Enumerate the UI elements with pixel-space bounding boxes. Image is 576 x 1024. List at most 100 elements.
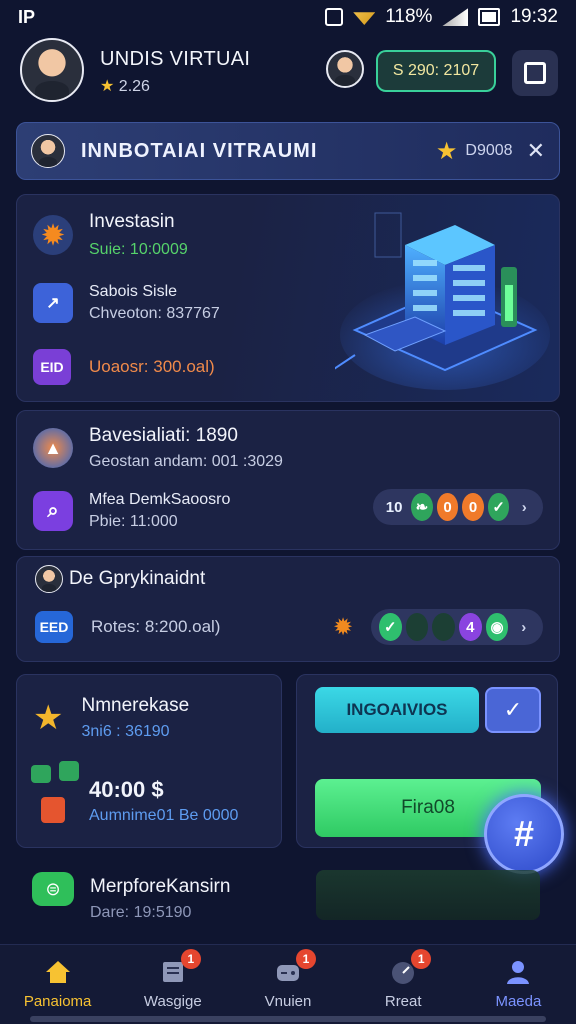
shield-icon: ✹	[333, 614, 354, 641]
search-row[interactable]: ⌕ Mfea DemkSaoosro Pbie: 11:000	[33, 491, 230, 531]
notification-icon	[325, 8, 344, 26]
nav-video[interactable]: 1 Vnuien	[230, 945, 345, 1024]
investment-title: Investasin	[89, 211, 175, 232]
wallet-caption: Aumnime01 Be 0000	[89, 807, 239, 824]
wallet-title: Nmnerekase	[81, 695, 190, 716]
chart-title: Sabois Sisle	[89, 283, 178, 300]
number-pill: 4	[459, 613, 482, 641]
payment-header: De Gprykinaidnt	[35, 565, 205, 593]
nav-reports[interactable]: 1 Rreat	[346, 945, 461, 1024]
balance-title: Bavesialiati: 1890	[89, 425, 238, 446]
debit-text: Uoaosr: 300.oal)	[89, 357, 215, 376]
flame-icon: ▲	[33, 428, 73, 468]
battery-icon	[478, 8, 501, 26]
wallet-card[interactable]: ★ Nmnerekase 3ni6 : 36190 40:00 $ Aumnim…	[16, 674, 282, 848]
card-icon: EED	[35, 611, 73, 643]
star-icon: ★	[100, 78, 115, 95]
balance-row[interactable]: ▲ Bavesialiati: 1890 Geostan andam: 001 …	[33, 425, 283, 471]
chevron-right-icon[interactable]: ›	[512, 613, 535, 641]
header: UNDIS VIRTUAI ★ 2.26 S 290: 2107	[0, 34, 576, 110]
chart-row[interactable]: ↗ Sabois Sisle Chveoton: 837767	[33, 283, 220, 323]
nav-label-messages: Wasgige	[143, 993, 202, 1010]
check-pill: ✓	[379, 613, 402, 641]
payment-card[interactable]: De Gprykinaidnt EED Rotes: 8:200.oal) ✹ …	[16, 556, 560, 662]
payment-text: Rotes: 8:200.oal)	[91, 617, 221, 636]
bottom-nav: Panaioma 1 Wasgige 1 Vnuien 1 Rreat Maed…	[0, 944, 576, 1024]
transfer-sub: Dare: 19:5190	[90, 904, 192, 921]
square-icon	[524, 62, 546, 84]
menu-button[interactable]	[512, 50, 558, 96]
wallet-sub: 3ni6 : 36190	[81, 723, 170, 740]
nav-messages[interactable]: 1 Wasgige	[115, 945, 230, 1024]
search-icon: ⌕	[33, 491, 73, 531]
person-icon	[507, 961, 530, 984]
transfer-row[interactable]: ⊜ MerpforeKansirn Dare: 19:5190	[16, 860, 560, 928]
chart-icon: ↗	[33, 283, 73, 323]
banner[interactable]: INNBOTAIAI VITRAUMI ★ D9008 ✕	[16, 122, 560, 180]
friend-avatar[interactable]	[326, 50, 364, 88]
user-rating: ★ 2.26	[100, 76, 150, 96]
status-icons: 118% 19:32	[325, 6, 558, 28]
banner-code-value: D9008	[465, 142, 513, 159]
server-illustration	[335, 212, 550, 390]
search-title: Mfea DemkSaoosro	[89, 491, 231, 508]
gear-icon: ✹	[33, 215, 73, 255]
battery-percent: 118%	[385, 6, 433, 27]
status-left-label: IP	[18, 6, 36, 27]
home-icon	[45, 961, 70, 983]
user-name: UNDIS VIRTUAI	[100, 48, 251, 70]
faded-button[interactable]	[316, 870, 540, 920]
nav-home[interactable]: Panaioma	[0, 945, 115, 1024]
wifi-icon	[353, 12, 376, 25]
balance-sub: Geostan andam: 001 :3029	[89, 453, 283, 470]
investment-row[interactable]: ✹ Investasin Suie: 10:0009	[33, 211, 188, 259]
debit-icon: EID	[33, 349, 71, 385]
transfer-icon: ⊜	[32, 872, 74, 906]
shield-pill-icon: ◉	[485, 613, 509, 641]
home-indicator	[30, 1016, 546, 1022]
nav-label-video: Vnuien	[264, 993, 312, 1010]
empty-pill	[405, 613, 429, 641]
chart-sub: Chveoton: 837767	[89, 305, 220, 322]
invest-button[interactable]: INGOAIVIOS	[315, 687, 479, 733]
balance-pill[interactable]: S 290: 2107	[376, 50, 496, 92]
rating-value: 2.26	[118, 78, 150, 95]
empty-pill-2	[432, 613, 456, 641]
clock: 19:32	[510, 6, 558, 27]
pill-value-1: 10	[385, 498, 403, 516]
chevron-right-icon[interactable]: ›	[513, 493, 535, 521]
wallet-amount: 40:00 $	[89, 777, 164, 802]
balance-card[interactable]: ▲ Bavesialiati: 1890 Geostan andam: 001 …	[16, 410, 560, 550]
star-icon: ★	[435, 137, 458, 165]
nav-label-home: Panaioma	[23, 993, 92, 1010]
close-icon[interactable]: ✕	[527, 138, 545, 164]
investment-sub: Suie: 10:0009	[89, 241, 188, 258]
payment-avatar	[35, 565, 63, 593]
signal-icon	[442, 8, 469, 26]
payment-row[interactable]: EED Rotes: 8:200.oal)	[35, 611, 220, 643]
nav-profile[interactable]: Maeda	[461, 945, 576, 1024]
investment-card[interactable]: ✹ Investasin Suie: 10:0009 ↗ Sabois Sisl…	[16, 194, 560, 402]
pill-value-3: 0	[462, 493, 484, 521]
banner-avatar	[31, 134, 65, 168]
reward-pills[interactable]: 10 ❧ 0 0 ✓ ›	[373, 489, 543, 525]
trophy-icon: ★	[33, 699, 64, 737]
badge-video: 1	[296, 949, 316, 969]
payment-title: De Gprykinaidnt	[69, 568, 206, 589]
search-sub: Pbie: 11:000	[89, 513, 178, 530]
user-avatar[interactable]	[20, 38, 84, 102]
transfer-title: MerpforeKansirn	[90, 876, 231, 897]
coins-icon	[31, 761, 79, 823]
leaf-icon-2: ✓	[487, 493, 510, 521]
badge-reports: 1	[411, 949, 432, 969]
status-pills[interactable]: ✓ 4 ◉ ›	[371, 609, 543, 645]
wallet-header: ★ Nmnerekase 3ni6 : 36190	[33, 695, 189, 741]
banner-title: INNBOTAIAI VITRAUMI	[81, 139, 318, 162]
banner-code: ★ D9008	[436, 137, 513, 166]
nav-label-profile: Maeda	[495, 993, 542, 1010]
debit-row[interactable]: EID Uoaosr: 300.oal)	[33, 349, 215, 385]
confirm-button[interactable]: ✓	[485, 687, 541, 733]
leaf-icon: ❧	[411, 493, 433, 521]
status-bar: IP 118% 19:32	[0, 0, 576, 34]
nav-label-reports: Rreat	[384, 993, 422, 1010]
